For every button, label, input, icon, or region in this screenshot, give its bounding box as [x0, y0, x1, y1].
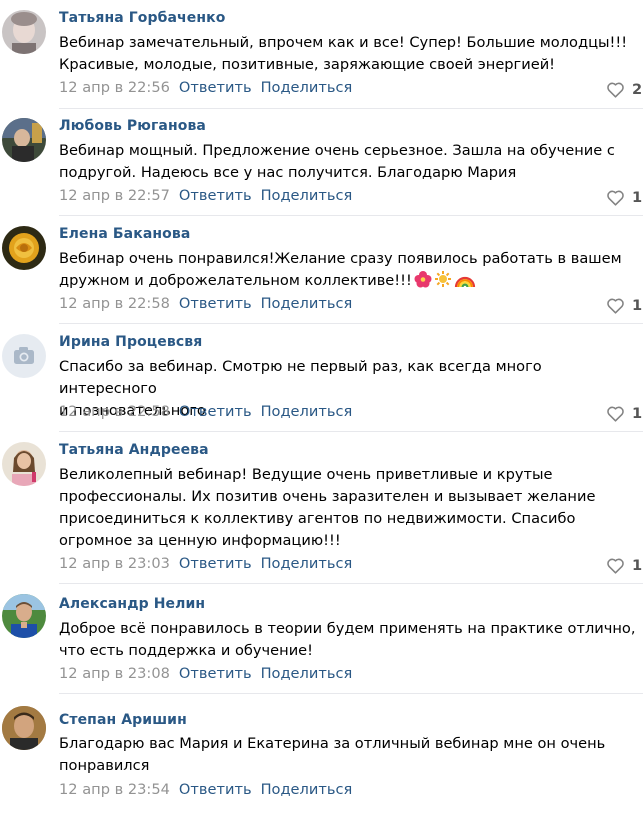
comment-date[interactable]: 12 апр в 22:57: [59, 187, 170, 204]
like-button[interactable]: 1: [606, 555, 642, 575]
comment-item: Татьяна Горбаченко Вебинар замечательный…: [0, 0, 643, 110]
comment-meta: 12 апр в 22:58 Ответить Поделиться: [59, 403, 352, 420]
comment-date[interactable]: 12 апр в 22:56: [59, 79, 170, 96]
share-button[interactable]: Поделиться: [261, 665, 353, 682]
avatar[interactable]: [2, 118, 46, 162]
reply-button[interactable]: Ответить: [179, 295, 252, 312]
comment-author[interactable]: Любовь Рюганова: [59, 118, 206, 134]
like-count: 1: [632, 188, 643, 206]
comment-text: Великолепный вебинар! Ведущие очень прив…: [59, 466, 596, 549]
comment-item: Любовь Рюганова Вебинар мощный. Предложе…: [0, 108, 643, 216]
comment-item: Ирина Процевсвя Спасибо за вебинар. Смот…: [0, 324, 643, 432]
comment-author[interactable]: Татьяна Горбаченко: [59, 10, 225, 26]
like-button[interactable]: 1: [606, 403, 642, 423]
reply-button[interactable]: Ответить: [179, 665, 252, 682]
avatar[interactable]: [2, 10, 46, 54]
comment-author[interactable]: Ирина Процевсвя: [59, 334, 202, 350]
reply-button[interactable]: Ответить: [179, 187, 252, 204]
heart-outline-icon: [607, 82, 624, 98]
hibiscus-emoji-icon: [414, 270, 432, 295]
sun-emoji-icon: [434, 270, 452, 295]
comment-item: Елена Баканова Вебинар очень понравился!…: [0, 216, 643, 324]
comment-meta: 12 апр в 23:54 Ответить Поделиться: [59, 781, 352, 798]
heart-outline-icon: [607, 298, 624, 314]
comment-author[interactable]: Степан Аришин: [59, 712, 187, 728]
avatar[interactable]: [2, 442, 46, 486]
like-button[interactable]: 1: [606, 187, 642, 207]
comment-item: Степан Аришин Благодарю вас Мария и Екат…: [0, 694, 643, 816]
comment-text: Доброе всё понравилось в теории будем пр…: [59, 620, 636, 659]
avatar[interactable]: [2, 594, 46, 638]
comments-list: Татьяна Горбаченко Вебинар замечательный…: [0, 0, 643, 816]
comment-text: Вебинар очень понравился!Желание сразу п…: [59, 248, 641, 295]
share-button[interactable]: Поделиться: [261, 403, 353, 420]
avatar[interactable]: [2, 226, 46, 270]
comment-date[interactable]: 12 апр в 22:58: [59, 403, 170, 420]
comment-text: Вебинар замечательный, впрочем как и все…: [59, 34, 628, 73]
heart-outline-icon: [607, 406, 624, 422]
share-button[interactable]: Поделиться: [261, 781, 353, 798]
comment-meta: 12 апр в 22:58 Ответить Поделиться: [59, 295, 352, 312]
comment-text: Благодарю вас Мария и Екатерина за отлич…: [59, 735, 606, 774]
comment-author[interactable]: Татьяна Андреева: [59, 442, 209, 458]
comment-item: Татьяна Андреева Великолепный вебинар! В…: [0, 432, 643, 584]
reply-button[interactable]: Ответить: [179, 781, 252, 798]
share-button[interactable]: Поделиться: [261, 295, 353, 312]
like-button[interactable]: 1: [606, 295, 642, 315]
heart-outline-icon: [607, 190, 624, 206]
heart-outline-icon: [607, 558, 624, 574]
comment-date[interactable]: 12 апр в 23:54: [59, 781, 170, 798]
comment-text-body: Вебинар очень понравился!Желание сразу п…: [59, 250, 622, 289]
comment-meta: 12 апр в 23:08 Ответить Поделиться: [59, 665, 352, 682]
like-count: 1: [632, 296, 643, 314]
comment-author[interactable]: Елена Баканова: [59, 226, 190, 242]
comment-date[interactable]: 12 апр в 22:58: [59, 295, 170, 312]
share-button[interactable]: Поделиться: [261, 79, 353, 96]
comment-date[interactable]: 12 апр в 23:08: [59, 665, 170, 682]
share-button[interactable]: Поделиться: [261, 555, 353, 572]
like-count: 1: [632, 556, 643, 574]
comment-text: Вебинар мощный. Предложение очень серьез…: [59, 142, 615, 181]
like-count: 1: [632, 404, 643, 422]
comment-meta: 12 апр в 23:03 Ответить Поделиться: [59, 555, 352, 572]
reply-button[interactable]: Ответить: [179, 79, 252, 96]
reply-button[interactable]: Ответить: [179, 403, 252, 420]
like-count: 2: [632, 80, 643, 98]
share-button[interactable]: Поделиться: [261, 187, 353, 204]
avatar[interactable]: [2, 334, 46, 378]
avatar[interactable]: [2, 706, 46, 750]
reply-button[interactable]: Ответить: [179, 555, 252, 572]
comment-meta: 12 апр в 22:56 Ответить Поделиться: [59, 79, 352, 96]
comment-item: Александр Нелин Доброе всё понравилось в…: [0, 584, 643, 694]
comment-date[interactable]: 12 апр в 23:03: [59, 555, 170, 572]
comment-author[interactable]: Александр Нелин: [59, 596, 205, 612]
comment-meta: 12 апр в 22:57 Ответить Поделиться: [59, 187, 352, 204]
rainbow-emoji-icon: [454, 270, 476, 295]
like-button[interactable]: 2: [606, 79, 642, 99]
